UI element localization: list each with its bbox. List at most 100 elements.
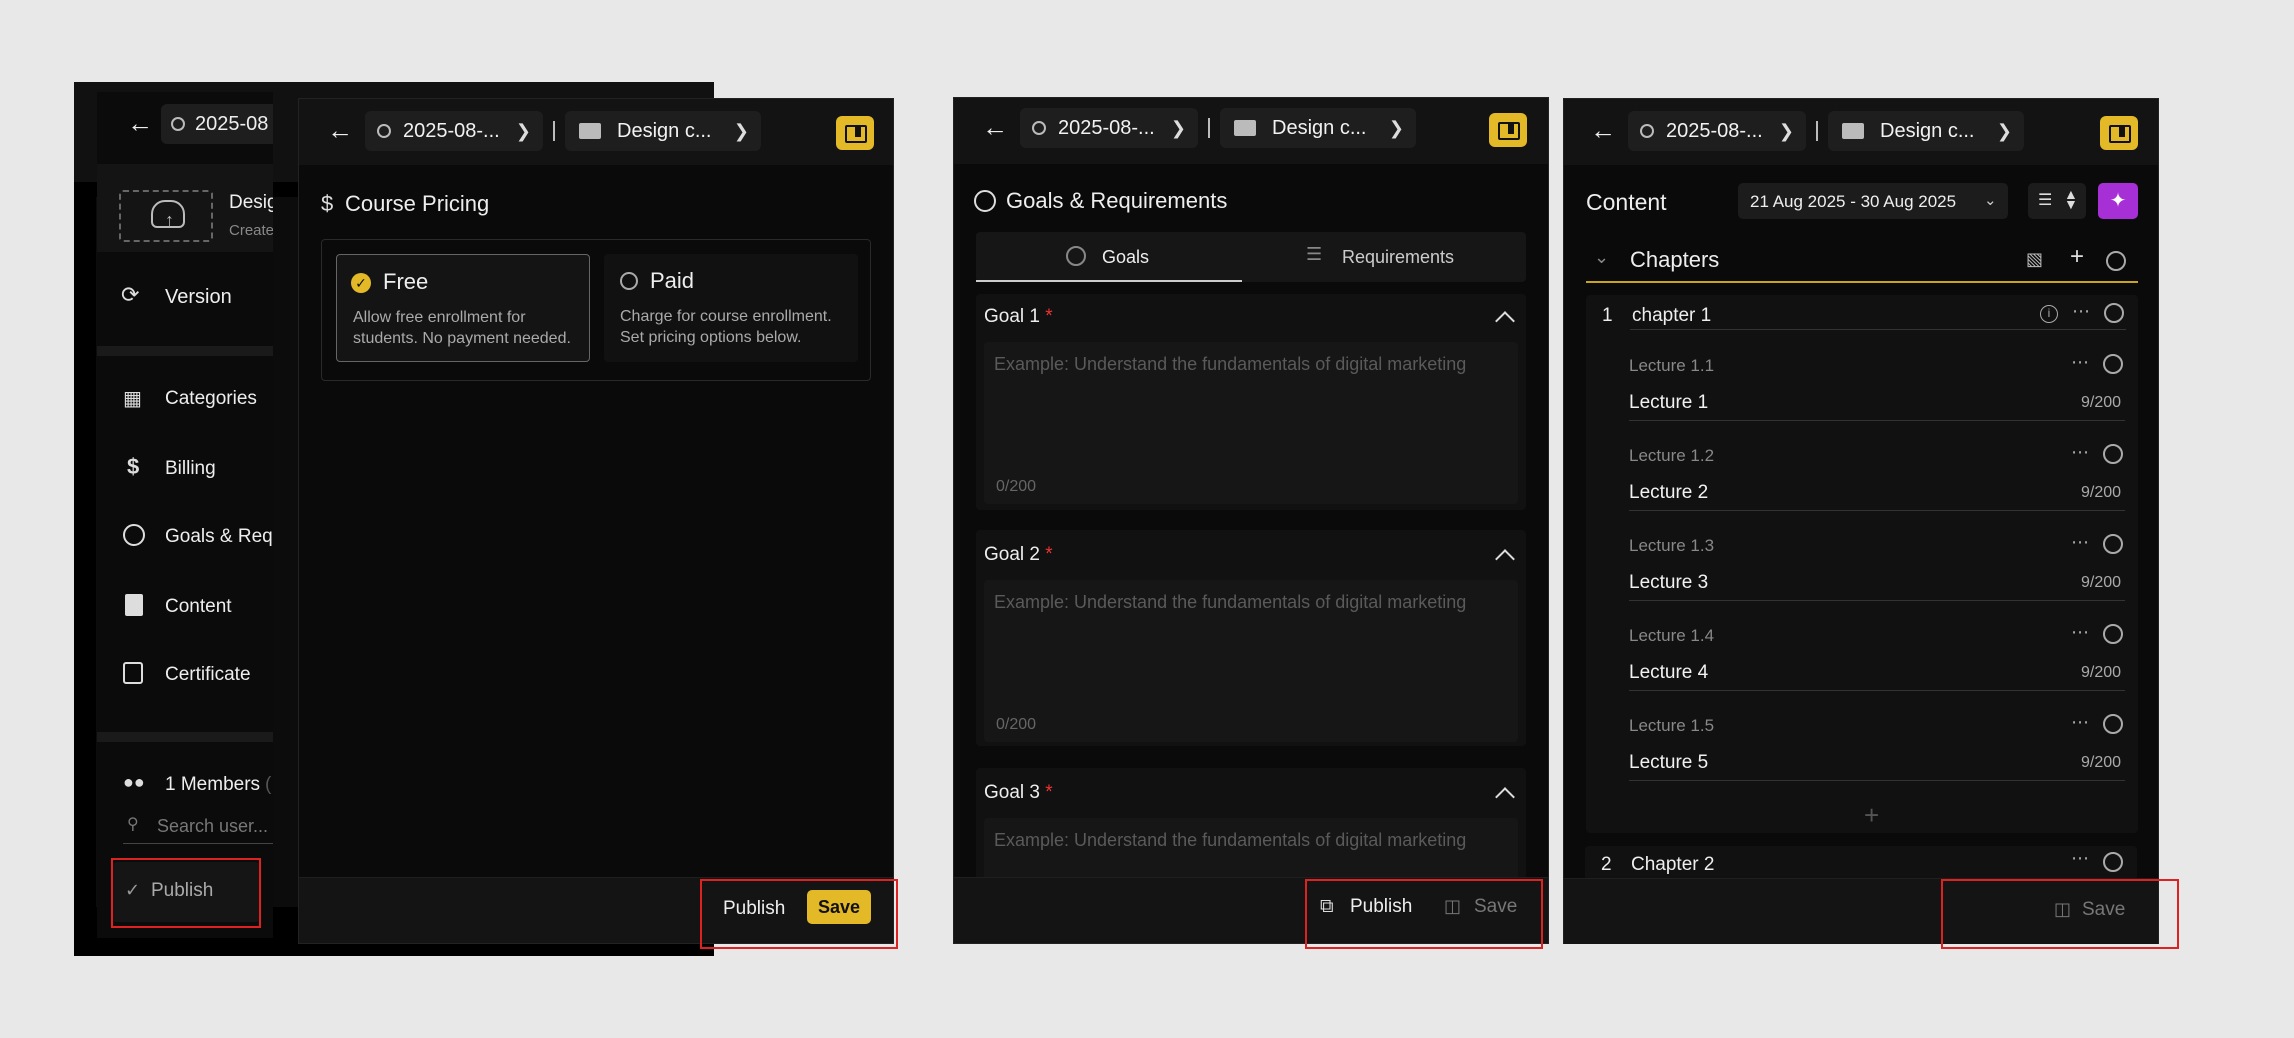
- ai-sparkle-button[interactable]: ✦: [2098, 183, 2138, 219]
- chapter-name[interactable]: chapter 1: [1632, 305, 1711, 327]
- search-icon: ⚲: [127, 816, 139, 833]
- date-crumb[interactable]: 2025-08-... ❯: [365, 111, 543, 151]
- image-icon: [1234, 120, 1256, 136]
- date-crumb[interactable]: 2025-08: [161, 104, 273, 144]
- more-icon[interactable]: ⋯: [2071, 848, 2090, 869]
- members-row[interactable]: ●● 1 Members (: [97, 764, 273, 804]
- goal-textarea[interactable]: Example: Understand the fundamentals of …: [984, 342, 1518, 504]
- radio-icon: [620, 272, 638, 290]
- panel-toggle-icon[interactable]: [1489, 113, 1527, 147]
- lecture-code: Lecture 1.3: [1629, 536, 1715, 555]
- book-icon: [125, 594, 143, 616]
- list-item[interactable]: Lecture 1.1 ⋯ Lecture 1 9/200: [1585, 344, 2137, 434]
- import-icon[interactable]: ▧: [2026, 249, 2043, 270]
- sidebar-item-goals[interactable]: Goals & Requ: [97, 512, 273, 562]
- chevron-down-icon[interactable]: ⌄: [1594, 247, 1609, 268]
- pricing-panel: ← 2025-08-... ❯ Design c... ❯ $ Course P…: [298, 98, 894, 944]
- back-arrow-icon[interactable]: ←: [327, 115, 353, 146]
- tab-requirements[interactable]: ☰ Requirements: [1242, 232, 1526, 282]
- back-arrow-icon[interactable]: ←: [982, 112, 1008, 143]
- lecture-code: Lecture 1.1: [1629, 356, 1715, 375]
- panel-toggle-icon[interactable]: [836, 116, 874, 150]
- back-arrow-icon[interactable]: ←: [127, 108, 153, 139]
- char-count: 9/200: [2081, 484, 2122, 501]
- status-circle-icon[interactable]: [2103, 852, 2123, 872]
- more-icon[interactable]: ⋯: [2071, 712, 2090, 733]
- status-circle-icon[interactable]: [2103, 624, 2123, 644]
- status-circle-icon[interactable]: [2106, 251, 2126, 271]
- highlight-sidebar-publish: [111, 858, 261, 928]
- status-circle-icon[interactable]: [2103, 534, 2123, 554]
- sidebar-item-categories[interactable]: ▦ Categories: [97, 374, 273, 424]
- more-icon[interactable]: ⋯: [2071, 352, 2090, 373]
- section-title: Content: [1586, 189, 1667, 215]
- more-icon[interactable]: ⋯: [2071, 622, 2090, 643]
- sidebar-item-label: Billing: [165, 458, 216, 479]
- lecture-name: Lecture 1: [1629, 392, 1709, 413]
- info-icon[interactable]: i: [2040, 305, 2058, 323]
- chevron-up-icon[interactable]: [1495, 549, 1515, 569]
- chevron-up-icon[interactable]: [1495, 311, 1515, 331]
- content-topbar: ← 2025-08-... ❯ Design c... ❯: [1564, 99, 2158, 165]
- lecture-code: Lecture 1.2: [1629, 446, 1715, 465]
- lecture-name: Lecture 2: [1629, 482, 1709, 503]
- course-crumb[interactable]: Design c... ❯: [1828, 111, 2024, 151]
- pricing-topbar: ← 2025-08-... ❯ Design c... ❯: [299, 99, 893, 165]
- list-item[interactable]: Lecture 1.2 ⋯ Lecture 2 9/200: [1585, 434, 2137, 524]
- target-icon: [123, 524, 145, 546]
- goal-label: Goal 3 *: [984, 782, 1053, 803]
- section-title: Course Pricing: [345, 191, 490, 216]
- lecture-name: Lecture 4: [1629, 662, 1709, 683]
- goal-placeholder: Example: Understand the fundamentals of …: [994, 830, 1467, 850]
- status-circle-icon[interactable]: [2104, 303, 2124, 323]
- date-crumb[interactable]: 2025-08-... ❯: [1628, 111, 1806, 151]
- target-icon: [974, 190, 996, 212]
- upload-thumbnail[interactable]: ↑: [119, 190, 213, 242]
- sidebar-item-content[interactable]: Content: [97, 582, 273, 632]
- list-item[interactable]: Lecture 1.3 ⋯ Lecture 3 9/200: [1585, 524, 2137, 614]
- date-crumb[interactable]: 2025-08-... ❯: [1020, 108, 1198, 148]
- date-range-select[interactable]: 21 Aug 2025 - 30 Aug 2025 ⌄: [1738, 183, 2008, 219]
- tab-goals[interactable]: Goals: [976, 232, 1242, 282]
- list-item[interactable]: Lecture 1.5 ⋯ Lecture 5 9/200: [1585, 704, 2137, 794]
- free-option[interactable]: ✓ Free Allow free enrollment for student…: [336, 254, 590, 362]
- highlight-goals-actions: [1305, 879, 1543, 949]
- course-crumb[interactable]: Design c... ❯: [565, 111, 761, 151]
- checklist-icon: ☰: [1306, 244, 1323, 264]
- chevron-up-icon[interactable]: [1495, 787, 1515, 807]
- course-crumb[interactable]: Design c... ❯: [1220, 108, 1416, 148]
- course-crumb-label: Design c...: [1272, 116, 1367, 139]
- circle-icon: [171, 117, 185, 131]
- search-user-input[interactable]: ⚲ Search user...: [123, 808, 273, 844]
- more-icon[interactable]: ⋯: [2071, 442, 2090, 463]
- more-icon[interactable]: ⋯: [2072, 301, 2091, 322]
- chapter-number: 2: [1601, 854, 1612, 875]
- goals-topbar: ← 2025-08-... ❯ Design c... ❯: [954, 98, 1548, 164]
- status-circle-icon[interactable]: [2103, 714, 2123, 734]
- sort-toggle[interactable]: ☰ ▲ ▼: [2028, 183, 2086, 219]
- course-crumb-label: Design c...: [1880, 119, 1975, 142]
- lecture-code: Lecture 1.4: [1629, 626, 1715, 645]
- panel-toggle-icon[interactable]: [2100, 116, 2138, 150]
- goal-label: Goal 1 *: [984, 306, 1053, 327]
- sidebar-item-billing[interactable]: $ Billing: [97, 444, 273, 494]
- status-circle-icon[interactable]: [2103, 444, 2123, 464]
- back-arrow-icon[interactable]: ←: [1590, 115, 1616, 146]
- paid-option[interactable]: Paid Charge for course enrollment. Set p…: [604, 254, 858, 362]
- char-count: 9/200: [2081, 394, 2122, 411]
- sidebar-column: ← 2025-08 ↑ Desig Create ⟳ Version ▦ Cat…: [97, 92, 273, 938]
- more-icon[interactable]: ⋯: [2071, 532, 2090, 553]
- plus-icon[interactable]: +: [2070, 243, 2084, 271]
- goal-textarea[interactable]: Example: Understand the fundamentals of …: [984, 580, 1518, 742]
- chevron-right-icon: ❯: [1778, 120, 1794, 141]
- list-item[interactable]: Lecture 1.4 ⋯ Lecture 4 9/200: [1585, 614, 2137, 704]
- chapter-name[interactable]: Chapter 2: [1631, 854, 1714, 876]
- add-lecture-icon[interactable]: +: [1864, 800, 1879, 831]
- goal-placeholder: Example: Understand the fundamentals of …: [994, 354, 1467, 374]
- chapter-card: 2 Chapter 2 ⋯: [1585, 846, 2137, 880]
- sidebar-item-certificate[interactable]: Certificate: [97, 650, 273, 700]
- chevron-right-icon: ❯: [1170, 117, 1186, 138]
- char-count: 0/200: [996, 716, 1037, 733]
- version-item[interactable]: ⟳ Version: [97, 262, 273, 332]
- status-circle-icon[interactable]: [2103, 354, 2123, 374]
